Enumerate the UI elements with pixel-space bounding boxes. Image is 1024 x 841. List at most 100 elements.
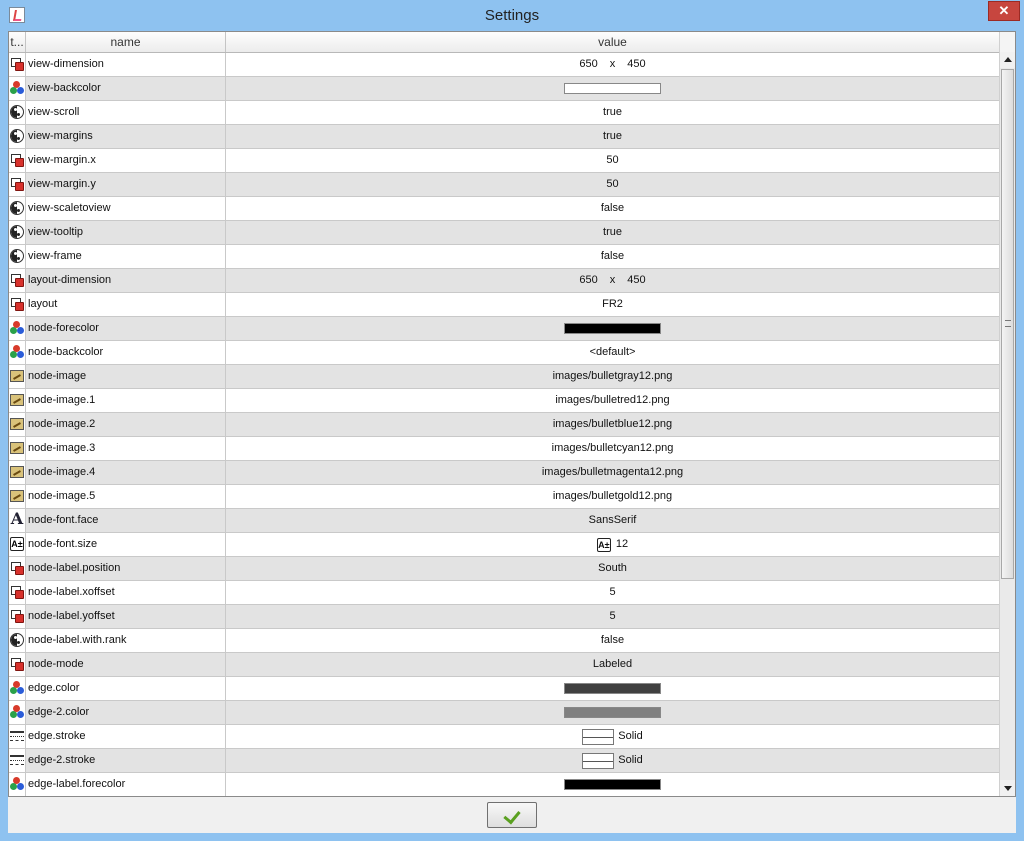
column-header-value[interactable]: value <box>226 32 999 52</box>
column-header-type[interactable]: t... <box>9 32 26 52</box>
table-row[interactable]: node-label.yoffset 5 <box>9 605 999 629</box>
setting-value[interactable]: Solid <box>226 749 999 772</box>
type-cell <box>9 101 26 124</box>
width-value: 650 <box>579 58 598 70</box>
setting-value[interactable]: South <box>226 557 999 580</box>
title-bar[interactable]: Settings ✕ <box>0 0 1024 31</box>
table-row[interactable]: node-forecolor <box>9 317 999 341</box>
table-row[interactable]: edge.color <box>9 677 999 701</box>
setting-value[interactable]: Solid <box>226 725 999 748</box>
setting-value[interactable]: true <box>226 125 999 148</box>
color-swatch[interactable] <box>564 82 661 94</box>
table-row[interactable]: edge-2.color <box>9 701 999 725</box>
table-row[interactable]: edge.stroke Solid <box>9 725 999 749</box>
setting-value[interactable] <box>226 77 999 100</box>
setting-value[interactable]: images/bulletred12.png <box>226 389 999 412</box>
color-swatch[interactable] <box>564 706 661 718</box>
table-row[interactable]: node-image images/bulletgray12.png <box>9 365 999 389</box>
table-row[interactable]: A± node-font.size A± 12 <box>9 533 999 557</box>
color-swatch[interactable] <box>564 682 661 694</box>
setting-name: view-backcolor <box>26 77 226 100</box>
setting-value[interactable]: <default> <box>226 341 999 364</box>
vertical-scrollbar[interactable] <box>999 32 1015 796</box>
table-row[interactable]: node-image.2 images/bulletblue12.png <box>9 413 999 437</box>
setting-value[interactable]: 5 <box>226 605 999 628</box>
table-row[interactable]: node-image.5 images/bulletgold12.png <box>9 485 999 509</box>
table-row[interactable]: Anode-font.face SansSerif <box>9 509 999 533</box>
setting-value[interactable]: 50 <box>226 173 999 196</box>
table-row[interactable]: view-tooltip true <box>9 221 999 245</box>
table-row[interactable]: node-image.1 images/bulletred12.png <box>9 389 999 413</box>
stroke-icon <box>10 729 24 743</box>
setting-value[interactable]: images/bulletgold12.png <box>226 485 999 508</box>
type-cell <box>9 293 26 316</box>
setting-value[interactable]: false <box>226 629 999 652</box>
table-row[interactable]: view-margins true <box>9 125 999 149</box>
setting-name: edge-label.forecolor <box>26 773 226 796</box>
setting-name: edge.color <box>26 677 226 700</box>
setting-value[interactable]: 5 <box>226 581 999 604</box>
table-row[interactable]: node-label.position South <box>9 557 999 581</box>
setting-name: view-frame <box>26 245 226 268</box>
table-row[interactable]: node-backcolor <default> <box>9 341 999 365</box>
boolean-icon <box>10 249 24 263</box>
table-row[interactable]: view-margin.y 50 <box>9 173 999 197</box>
setting-value[interactable] <box>226 677 999 700</box>
stroke-icon <box>10 753 24 767</box>
scroll-thumb[interactable] <box>1001 69 1014 579</box>
setting-value[interactable]: images/bulletmagenta12.png <box>226 461 999 484</box>
table-row[interactable]: layout-dimension 650 x 450 <box>9 269 999 293</box>
table-row[interactable]: node-image.4 images/bulletmagenta12.png <box>9 461 999 485</box>
setting-value[interactable]: images/bulletgray12.png <box>226 365 999 388</box>
color-icon <box>10 777 24 791</box>
color-swatch[interactable] <box>564 322 661 334</box>
setting-value[interactable] <box>226 701 999 724</box>
table-row[interactable]: node-label.with.rank false <box>9 629 999 653</box>
setting-value[interactable]: false <box>226 197 999 220</box>
scroll-down-button[interactable] <box>1000 780 1015 796</box>
table-row[interactable]: view-scroll true <box>9 101 999 125</box>
scroll-up-button[interactable] <box>1000 52 1015 68</box>
boolean-icon <box>10 201 24 215</box>
setting-value[interactable]: images/bulletblue12.png <box>226 413 999 436</box>
color-swatch[interactable] <box>564 778 661 790</box>
setting-name: node-mode <box>26 653 226 676</box>
table-row[interactable]: view-dimension 650 x 450 <box>9 53 999 77</box>
table-row[interactable]: node-image.3 images/bulletcyan12.png <box>9 437 999 461</box>
table-row[interactable]: layout FR2 <box>9 293 999 317</box>
table-row[interactable]: view-margin.x 50 <box>9 149 999 173</box>
close-button[interactable]: ✕ <box>988 1 1020 21</box>
type-cell <box>9 629 26 652</box>
ok-button[interactable] <box>487 802 537 828</box>
type-cell <box>9 413 26 436</box>
setting-value[interactable]: false <box>226 245 999 268</box>
setting-value[interactable]: Labeled <box>226 653 999 676</box>
setting-value[interactable] <box>226 773 999 796</box>
table-row[interactable]: view-scaletoview false <box>9 197 999 221</box>
setting-value[interactable]: images/bulletcyan12.png <box>226 437 999 460</box>
type-cell <box>9 461 26 484</box>
setting-value[interactable]: true <box>226 221 999 244</box>
settings-table: t... name value view-dimension 650 x 450 vie… <box>8 31 1016 797</box>
table-row[interactable]: view-frame false <box>9 245 999 269</box>
table-row[interactable]: edge-2.stroke Solid <box>9 749 999 773</box>
type-cell <box>9 77 26 100</box>
table-row[interactable]: node-mode Labeled <box>9 653 999 677</box>
setting-name: node-forecolor <box>26 317 226 340</box>
setting-value[interactable]: FR2 <box>226 293 999 316</box>
setting-value[interactable] <box>226 317 999 340</box>
font-size-icon: A± <box>596 537 611 552</box>
setting-value[interactable]: 50 <box>226 149 999 172</box>
setting-name: node-label.with.rank <box>26 629 226 652</box>
image-icon <box>10 466 24 478</box>
type-cell: A <box>9 509 26 532</box>
setting-value[interactable]: 650 x 450 <box>226 269 999 292</box>
setting-value[interactable]: A± 12 <box>226 533 999 556</box>
table-row[interactable]: view-backcolor <box>9 77 999 101</box>
table-row[interactable]: edge-label.forecolor <box>9 773 999 796</box>
setting-value[interactable]: SansSerif <box>226 509 999 532</box>
table-row[interactable]: node-label.xoffset 5 <box>9 581 999 605</box>
setting-value[interactable]: true <box>226 101 999 124</box>
setting-value[interactable]: 650 x 450 <box>226 53 999 76</box>
column-header-name[interactable]: name <box>26 32 226 52</box>
